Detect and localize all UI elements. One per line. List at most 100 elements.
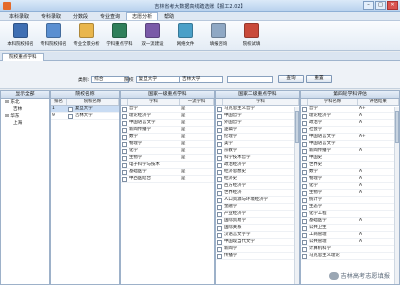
row-checkbox[interactable] [302, 162, 307, 168]
row-checkbox[interactable] [122, 169, 127, 175]
table-row[interactable]: 化学 A [301, 183, 399, 190]
row-checkbox[interactable] [122, 127, 127, 133]
table-row[interactable]: 生物学 A [301, 190, 399, 197]
table-row[interactable]: 工商管理 A [301, 232, 399, 239]
table-row[interactable]: 中国史 [301, 155, 399, 162]
row-checkbox[interactable] [302, 134, 307, 140]
scrollbar-thumb[interactable] [295, 111, 299, 143]
round4-panel-scrollbar[interactable] [394, 107, 399, 284]
table-row[interactable]: 中国语言文学 [301, 141, 399, 148]
toolbar-button[interactable]: 网络文件 [169, 21, 202, 49]
table-row[interactable]: 新闻学 [216, 246, 299, 253]
menu-tab[interactable]: 本科录取 [3, 12, 35, 20]
row-checkbox[interactable] [122, 134, 127, 140]
menu-tab[interactable]: 专科录取 [35, 12, 67, 20]
row-checkbox[interactable] [302, 106, 307, 112]
table-row[interactable]: 中国哲学 [216, 113, 299, 120]
minimize-button[interactable]: – [363, 1, 374, 10]
column-header-first-class[interactable]: 一流学科 [180, 99, 214, 105]
table-row[interactable]: 新闻传播学 是 [121, 127, 214, 134]
table-row[interactable]: 经济思想史 [216, 169, 299, 176]
table-row[interactable]: 新闻传播学 A [301, 148, 399, 155]
table-row[interactable]: 政治经济学 [216, 162, 299, 169]
table-row[interactable]: 生态学 [301, 204, 399, 211]
row-checkbox[interactable] [302, 239, 307, 245]
row-checkbox[interactable] [217, 176, 222, 182]
table-row[interactable]: 伦理学 [216, 134, 299, 141]
table-row[interactable]: 社会学 [301, 127, 399, 134]
row-checkbox[interactable] [302, 155, 307, 161]
table-row[interactable]: 基础医学 是 [121, 169, 214, 176]
table-row[interactable]: 哲学 是 [121, 106, 214, 113]
maximize-button[interactable]: □ [375, 1, 386, 10]
row-checkbox[interactable] [217, 127, 222, 133]
menu-tab[interactable]: 分数段 [67, 12, 94, 20]
table-row[interactable]: 基础医学 A [301, 218, 399, 225]
column-header-discipline-2[interactable]: 学科 [223, 99, 299, 105]
scrollbar-thumb[interactable] [395, 111, 399, 143]
row-checkbox[interactable] [122, 148, 127, 154]
table-row[interactable]: 国际关系 [216, 225, 299, 232]
row-checkbox[interactable] [217, 211, 222, 217]
toolbar-button[interactable]: 专科院校排名 [37, 21, 70, 49]
row-checkbox[interactable] [302, 190, 307, 196]
second-panel-scrollbar[interactable] [294, 107, 299, 284]
row-checkbox[interactable] [217, 204, 222, 210]
tree-node[interactable]: 吉林 [1, 106, 49, 113]
row-checkbox[interactable] [217, 106, 222, 112]
row-checkbox[interactable] [217, 246, 222, 252]
row-checkbox[interactable] [122, 106, 127, 112]
row-checkbox[interactable] [302, 218, 307, 224]
table-row[interactable]: 马克思主义哲学 [216, 106, 299, 113]
tab-school-key-disciplines[interactable]: 院校重点学科 [2, 53, 44, 61]
table-row[interactable]: 美学 [216, 141, 299, 148]
row-checkbox[interactable] [217, 225, 222, 231]
table-row[interactable]: 数学 A [301, 169, 399, 176]
table-row[interactable]: 中国语言文学 是 [121, 120, 214, 127]
table-row[interactable]: 数学 是 [121, 134, 214, 141]
row-checkbox[interactable] [217, 232, 222, 238]
table-row[interactable]: 计算机科学 [301, 246, 399, 253]
row-checkbox[interactable] [122, 155, 127, 161]
school-input[interactable]: 复旦大学 [135, 75, 180, 83]
row-checkbox[interactable] [122, 113, 127, 119]
table-row[interactable]: 理论经济学 是 [121, 113, 214, 120]
table-row[interactable]: 科学技术哲学 [216, 155, 299, 162]
row-checkbox[interactable] [217, 155, 222, 161]
school-input-2[interactable]: 吉林大学 [179, 75, 223, 83]
row-checkbox[interactable] [122, 162, 127, 168]
toolbar-button[interactable]: 双一流建设 [136, 21, 169, 49]
table-row[interactable]: 统计学 [301, 197, 399, 204]
row-checkbox[interactable] [217, 253, 222, 259]
table-row[interactable]: 马克思主义理论 [301, 253, 399, 260]
table-row[interactable]: 公共卫生 [301, 225, 399, 232]
search-button[interactable]: 查询 [278, 75, 304, 83]
school-row[interactable]: 9 吉林大学 [51, 113, 119, 120]
row-checkbox[interactable] [217, 190, 222, 196]
row-checkbox[interactable] [302, 253, 307, 259]
row-checkbox[interactable] [302, 211, 307, 217]
tree-node[interactable]: 上海 [1, 120, 49, 127]
table-row[interactable]: 化学工程 [301, 211, 399, 218]
row-checkbox[interactable] [217, 218, 222, 224]
row-checkbox[interactable] [217, 239, 222, 245]
table-row[interactable]: 中国语言文学 A+ [301, 134, 399, 141]
column-header-result[interactable]: 评估结果 [358, 99, 399, 105]
tree-node[interactable]: ⊟ 东北 [1, 99, 49, 106]
row-checkbox[interactable] [217, 169, 222, 175]
region-panel-header[interactable]: 显示全部 [1, 91, 49, 99]
row-checkbox[interactable] [217, 148, 222, 154]
row-checkbox[interactable] [217, 120, 222, 126]
table-row[interactable]: 公共管理 A [301, 239, 399, 246]
row-checkbox[interactable] [302, 246, 307, 252]
close-button[interactable]: ✕ [387, 1, 398, 10]
row-checkbox[interactable] [302, 120, 307, 126]
row-checkbox[interactable] [302, 183, 307, 189]
row-checkbox[interactable] [302, 113, 307, 119]
row-checkbox[interactable] [217, 162, 222, 168]
row-checkbox[interactable] [122, 120, 127, 126]
column-header-school[interactable]: 院校名称 [67, 99, 119, 105]
toolbar-button[interactable]: 学科重点学科 [103, 21, 136, 49]
table-row[interactable]: 人口资源与环境经济学 [216, 197, 299, 204]
toolbar-button[interactable]: 专业全景分析 [70, 21, 103, 49]
